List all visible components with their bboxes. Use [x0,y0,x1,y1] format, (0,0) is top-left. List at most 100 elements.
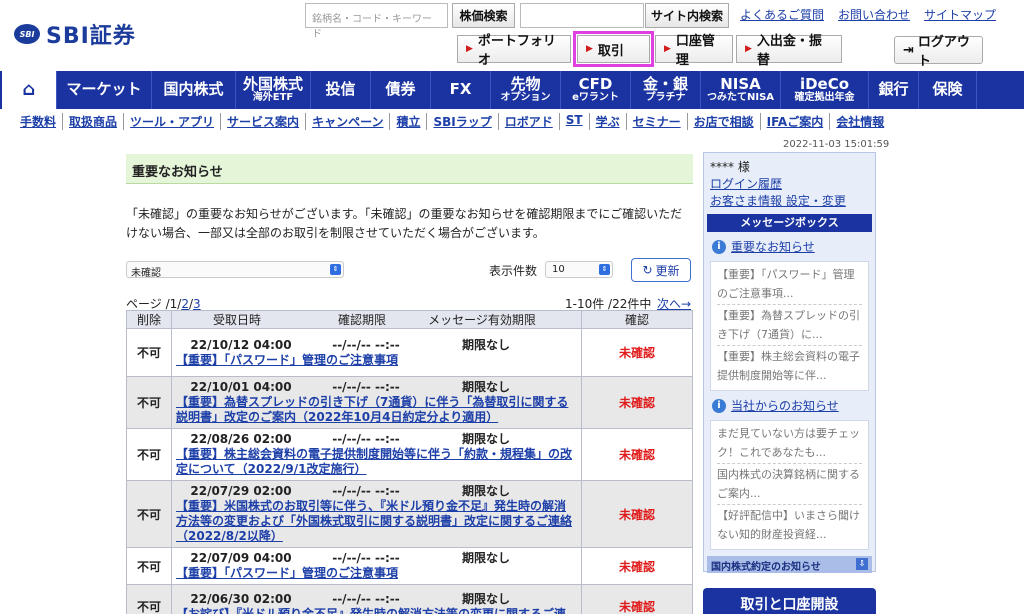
stock-search-button[interactable]: 株価検索 [452,3,515,28]
subnav-ifa[interactable]: IFAご案内 [761,113,831,130]
subnav-savings[interactable]: 積立 [390,113,428,130]
delete-cell: 不可 [126,428,172,481]
nav-cfd[interactable]: CFD eワラント [561,71,631,109]
nav-fund[interactable]: 投信 [311,71,371,109]
page-link-3[interactable]: 3 [193,297,201,311]
nav-gold[interactable]: 金・銀 プラチナ [631,71,701,109]
open-account-button[interactable]: 取引と口座開設 [703,588,876,614]
important-notice-link[interactable]: 重要なお知らせ [731,238,815,255]
delete-cell: 不可 [126,480,172,548]
nav-nisa[interactable]: NISA つみたてNISA [701,71,781,109]
arrow-right-icon: ▶ [466,44,473,54]
deadline: --/--/-- --:-- [332,380,400,394]
deadline: --/--/-- --:-- [332,484,400,498]
expiry: 期限なし [461,432,510,446]
subnav-products[interactable]: 取扱商品 [63,113,125,130]
select-arrow-icon: ⇕ [599,264,610,275]
message-subject-link[interactable]: 【重要】米国株式のお取引等に伴う、『米ドル預り金不足』発生時の解消方法等の変更お… [176,499,577,544]
expiry: 期限なし [461,591,510,606]
sidebar: **** 様 ログイン履歴 お客さま情報 設定・変更 メッセージボックス i 重要… [703,152,876,573]
message-subject-link[interactable]: 【重要】為替スプレッドの引き下げ（7通貨）に伴う「為替取引に関する説明書」改定の… [176,395,577,425]
subnav-seminar[interactable]: セミナー [627,113,688,130]
subnav-roboad[interactable]: ロボアド [499,113,560,130]
list-item[interactable]: 【重要】為替スプレッドの引き下げ（7通貨）に... [717,306,862,346]
subnav-sbi-wrap[interactable]: SBIラップ [427,113,499,130]
list-item[interactable]: まだ見ていない方は要チェック！これであなたも... [717,424,862,464]
status-badge: 未確認 [581,584,693,614]
message-subject-link[interactable]: 【重要】「パスワード」管理のご注意事項 [176,566,577,581]
faq-link[interactable]: よくあるご質問 [740,6,824,23]
login-history-link[interactable]: ログイン履歴 [710,176,869,193]
top-links: よくあるご質問 お問い合わせ サイトマップ [740,6,996,23]
download-icon: ⇩ [856,558,868,570]
home-icon[interactable]: ⌂ [2,71,57,109]
received-date: 22/08/26 02:00 [190,432,292,446]
count-label: 表示件数 [489,264,538,278]
delete-cell: 不可 [126,328,172,377]
status-filter-select[interactable]: 未確認 ⇕ [126,261,344,279]
message-cell: 22/06/30 02:00 --/--/-- --:-- 期限なし 【お詫び】『米ド… [171,584,582,614]
deposit-button[interactable]: ▶ 入出金・振替 [736,34,842,68]
page-current: 1 [169,297,178,311]
nav-market[interactable]: マーケット [57,71,152,109]
sub-navigation: 手数料 取扱商品 ツール・アプリ サービス案内 キャンペーン 積立 SBIラップ… [20,113,890,130]
subnav-company[interactable]: 会社情報 [830,113,890,130]
logout-button[interactable]: ⇥ ログアウト [894,35,983,69]
sbi-logo[interactable]: SBI SBI証券 [14,18,136,50]
portfolio-button[interactable]: ▶ ポートフォリオ [457,34,571,68]
status-badge: 未確認 [581,328,693,377]
count-select[interactable]: 10 ⇕ [545,261,613,278]
message-subject-link[interactable]: 【重要】株主総会資料の電子提供制度開始等に伴う「約款・規程集」の改定について（2… [176,447,577,477]
notice-table: 削除 受取日時 確認期限 メッセージ有効期限 確認 不可 22/10/12 04:… [126,310,693,614]
stock-search-input[interactable]: 銘柄名・コード・キーワード [305,3,448,40]
trade-button[interactable]: ▶ 取引 [573,31,654,67]
list-item[interactable]: 【好評配信中】いまさら聞けない知的財産投資経... [717,506,862,545]
subnav-store[interactable]: お店で相談 [688,113,761,130]
nav-insurance[interactable]: 保険 [919,71,977,109]
subnav-services[interactable]: サービス案内 [221,113,307,130]
settings-link[interactable]: お客さま情報 設定・変更 [710,193,869,210]
deadline: --/--/-- --:-- [332,551,400,565]
nav-bond[interactable]: 債券 [371,71,431,109]
status-badge: 未確認 [581,428,693,481]
message-subject-link[interactable]: 【お詫び】『米ドル預り金不足』発生時の解消方法等の変更に関するご連 [176,607,577,614]
subnav-campaign[interactable]: キャンペーン [306,113,391,130]
nav-bank[interactable]: 銀行 [869,71,919,109]
expiry: 期限なし [461,484,510,498]
delete-cell: 不可 [126,547,172,585]
subnav-tools[interactable]: ツール・アプリ [124,113,222,130]
sitemap-link[interactable]: サイトマップ [924,6,996,23]
status-badge: 未確認 [581,547,693,585]
account-button[interactable]: ▶ 口座管理 [655,34,733,68]
arrow-right-icon: ▶ [664,44,671,54]
subnav-learn[interactable]: 学ぶ [590,113,627,130]
received-date: 22/07/29 02:00 [190,484,292,498]
site-search-input[interactable] [520,3,644,28]
company-notice-link[interactable]: 当社からのお知らせ [731,397,839,414]
list-item[interactable]: 【重要】株主総会資料の電子提供制度開始等に伴... [717,347,862,386]
page-title: 重要なお知らせ [126,154,693,184]
nav-fx[interactable]: FX [431,71,491,109]
list-item[interactable]: 【重要】「パスワード」管理のご注意事項... [717,265,862,305]
refresh-button[interactable]: ↻ 更新 [631,258,691,282]
nav-domestic-stock[interactable]: 国内株式 [152,71,236,109]
message-cell: 22/07/29 02:00 --/--/-- --:-- 期限なし 【重要】米国株式… [171,480,582,548]
domestic-execution-bar[interactable]: 国内株式約定のお知らせ ⇩ [707,556,872,573]
subnav-fees[interactable]: 手数料 [20,113,64,130]
contact-link[interactable]: お問い合わせ [838,6,910,23]
nav-futures[interactable]: 先物 オプション [491,71,561,109]
nav-foreign-stock[interactable]: 外国株式 海外ETF [236,71,311,109]
list-item[interactable]: 国内株式の決算銘柄に関するご案内... [717,465,862,505]
message-subject-link[interactable]: 【重要】「パスワード」管理のご注意事項 [176,353,577,368]
logo-badge: SBI [14,24,40,44]
deadline: --/--/-- --:-- [332,591,400,606]
received-date: 22/10/12 04:00 [190,337,292,352]
logo-text: SBI証券 [46,24,136,49]
nav-ideco[interactable]: iDeCo 確定拠出年金 [781,71,869,109]
logout-icon: ⇥ [903,42,914,58]
page-link-2[interactable]: 2 [181,297,189,311]
site-search-button[interactable]: サイト内検索 [645,3,729,28]
subnav-st[interactable]: ST [560,113,590,130]
expiry: 期限なし [461,380,510,394]
notice-text: 「未確認」の重要なお知らせがございます。「未確認」の重要なお知らせを確認期限まで… [126,207,683,240]
